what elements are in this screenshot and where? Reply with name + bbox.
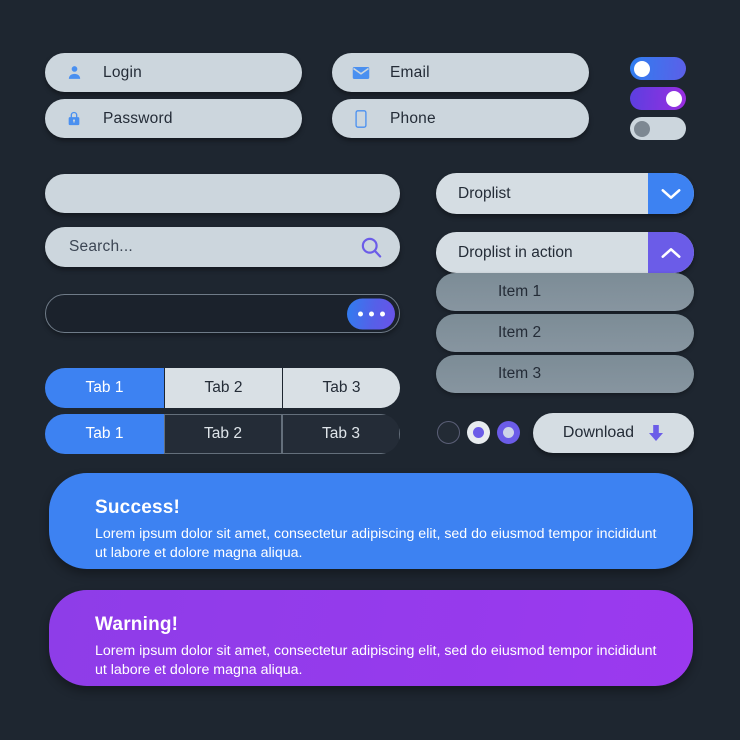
phone-field[interactable]: Phone [332,99,589,138]
tab-light-2[interactable]: Tab 2 [164,368,282,408]
search-placeholder: Search... [69,238,133,255]
download-arrow-icon [648,424,664,442]
radio-selected-filled[interactable] [497,421,520,444]
tab-dark-2[interactable]: Tab 2 [164,414,282,454]
tab-label: Tab 3 [322,425,360,442]
user-icon [63,64,85,81]
chevron-up-icon[interactable] [648,232,694,273]
droplist-item-1[interactable]: Item 1 [436,273,694,311]
toggle-knob [666,90,682,107]
login-field[interactable]: Login [45,53,302,92]
alert-success-title: Success! [95,497,181,518]
tab-label: Tab 1 [85,425,124,442]
droplist-label: Droplist [458,184,511,202]
radio-unselected[interactable] [437,421,460,444]
droplist-item-3[interactable]: Item 3 [436,355,694,393]
download-button[interactable]: Download [533,413,694,453]
tab-light-1[interactable]: Tab 1 [45,368,164,408]
droplist-open-label: Droplist in action [458,243,573,261]
droplist-item-label: Item 1 [498,283,542,300]
tab-label: Tab 2 [204,379,243,396]
tab-light-3[interactable]: Tab 3 [282,368,400,408]
droplist-open[interactable]: Droplist in action [436,232,694,273]
droplist-item-2[interactable]: Item 2 [436,314,694,352]
download-button-label: Download [562,424,635,441]
tab-dark-1[interactable]: Tab 1 [45,414,164,454]
tab-label: Tab 3 [322,379,361,396]
radio-selected-light[interactable] [467,421,490,444]
radio-dot [473,427,484,438]
tab-group-light: Tab 1 Tab 2 Tab 3 [45,368,400,408]
message-input[interactable] [45,294,400,333]
toggle-purple[interactable] [630,87,686,110]
alert-warning-title: Warning! [95,614,179,635]
tab-group-dark: Tab 1 Tab 2 Tab 3 [45,414,400,454]
droplist-closed[interactable]: Droplist [436,173,694,214]
password-field[interactable]: Password [45,99,302,138]
alert-warning-body: Lorem ipsum dolor sit amet, consectetur … [95,643,657,678]
alert-success-body: Lorem ipsum dolor sit amet, consectetur … [95,526,657,561]
envelope-icon [350,66,372,80]
smartphone-icon [350,109,372,128]
droplist-item-label: Item 3 [498,365,542,382]
tab-label: Tab 1 [85,379,124,396]
alert-success: Success! Lorem ipsum dolor sit amet, con… [49,473,693,569]
toggle-knob [634,120,650,137]
phone-field-label: Phone [390,109,436,127]
tab-dark-3[interactable]: Tab 3 [282,414,400,454]
password-field-label: Password [103,109,173,127]
chevron-down-icon[interactable] [648,173,694,214]
search-icon[interactable] [359,235,384,260]
toggle-gray[interactable] [630,117,686,140]
droplist-item-label: Item 2 [498,324,542,341]
email-field-label: Email [390,63,430,81]
text-input-empty[interactable] [45,174,400,213]
toggle-knob [634,60,650,77]
toggle-blue[interactable] [630,57,686,80]
radio-dot [503,427,514,438]
ui-kit-canvas: Login Password Email Phone Search... Dro… [0,0,740,740]
lock-icon [63,110,85,127]
email-field[interactable]: Email [332,53,589,92]
search-input[interactable]: Search... [45,227,400,267]
ellipsis-icon[interactable] [347,298,395,329]
tab-label: Tab 2 [204,425,242,442]
alert-warning: Warning! Lorem ipsum dolor sit amet, con… [49,590,693,686]
login-field-label: Login [103,63,142,81]
